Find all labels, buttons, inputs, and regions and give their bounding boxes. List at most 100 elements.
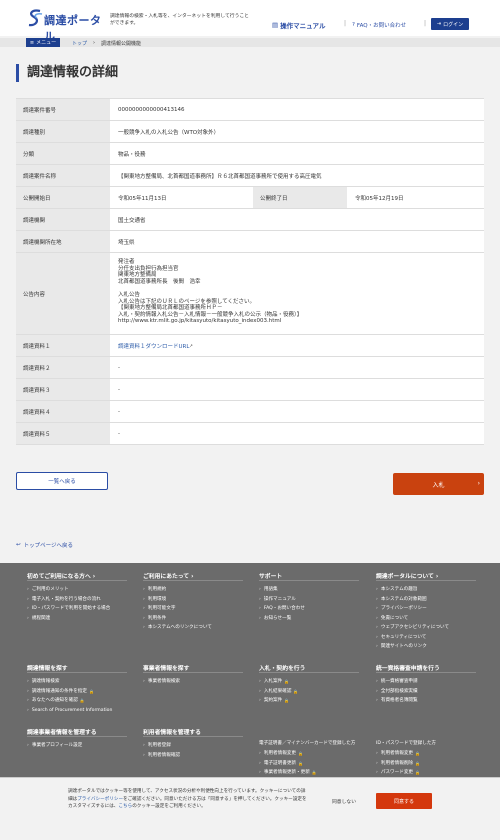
footer-link[interactable]: 事業者情報検索: [143, 677, 243, 687]
cookie-settings-link[interactable]: こちら: [118, 804, 132, 809]
footer-link[interactable]: 利用者情報変更🔒: [376, 749, 476, 759]
footer-link[interactable]: 契約案件🔒: [259, 696, 359, 706]
row-value: -: [110, 401, 484, 422]
header-separator: |: [344, 20, 347, 27]
row-label: 調達資料４: [16, 401, 110, 422]
row-value: -: [110, 379, 484, 400]
cookie-message: 調達ポータルではクッキー等を使用して、アクセス状況の分析や利便性向上を行っていま…: [68, 789, 307, 810]
row-label: 調達機関: [16, 209, 110, 230]
footer-link[interactable]: 規程関連: [27, 614, 127, 624]
footer-link[interactable]: 利用者情報変更🔒: [259, 749, 369, 759]
doc1-download-link[interactable]: 調達資料１ダウンロードURL: [118, 342, 189, 350]
footer-heading: 統一資格審査申請を行う: [376, 663, 476, 673]
privacy-policy-link[interactable]: プライバシーポリシー: [77, 797, 123, 802]
footer-link[interactable]: ウェブアクセシビリティについて: [376, 623, 476, 633]
manual-link[interactable]: ▤ 操作マニュアル: [272, 20, 325, 30]
footer-link[interactable]: 免責について: [376, 614, 476, 624]
footer-link[interactable]: ご利用のメリット: [27, 585, 127, 595]
bid-label: 入札: [432, 481, 445, 489]
footer-link[interactable]: 利用者登録: [143, 741, 243, 751]
footer-link[interactable]: 本システムの趣旨: [376, 585, 476, 595]
footer-col-business-manage: 調達事業者情報を管理する 事業者プロフィール設定: [27, 727, 127, 751]
breadcrumb-bar: ≡ メニュー トップ › 調達情報公開機能: [0, 38, 500, 47]
external-link-icon: ↗: [189, 343, 193, 348]
footer-link[interactable]: 関連サイトへのリンク: [376, 642, 476, 652]
lock-icon: 🔒: [415, 751, 420, 756]
back-to-top-link[interactable]: ↩ トップページへ戻る: [16, 541, 73, 549]
footer-link[interactable]: 調達情報検索: [27, 677, 127, 687]
back-to-list-button[interactable]: 一覧へ戻る: [16, 472, 108, 490]
footer-link[interactable]: FAQ・お問い合わせ: [259, 604, 359, 614]
row-value: -: [110, 357, 484, 378]
footer-link[interactable]: 利用者情報確認: [143, 751, 243, 761]
footer-col-search: 調達情報を探す 調達情報検索 調達情報通知の条件を指定🔒 あなたへの通知を確認🔒…: [27, 663, 127, 715]
footer-link[interactable]: 電子入札・契約を行う場合の流れ: [27, 595, 127, 605]
footer-col-first-time: 初めてご利用になる方へ › ご利用のメリット 電子入札・契約を行う場合の流れ I…: [27, 571, 127, 623]
breadcrumb-top[interactable]: トップ: [72, 40, 87, 47]
login-button[interactable]: ⇥ ログイン: [431, 18, 469, 30]
footer-link[interactable]: セキュリティについて: [376, 633, 476, 643]
cookie-disagree-button[interactable]: 同意しない: [318, 793, 370, 809]
footer-link[interactable]: 入札案件🔒: [259, 677, 359, 687]
footer-link[interactable]: ID・パスワードで利用を開始する場合: [27, 604, 127, 614]
table-row: 調達資料５ -: [16, 423, 484, 445]
footer-heading: 調達事業者情報を管理する: [27, 727, 127, 737]
footer-link[interactable]: 利用規約: [143, 585, 243, 595]
site-logo[interactable]: 調達ポータル: [26, 8, 106, 43]
row-value: 【関東地方整備局、北首都国道事務所】Ｒ６北首都国道事務所で使用する高圧電気: [110, 165, 484, 186]
footer-link[interactable]: お知らせ一覧: [259, 614, 359, 624]
footer-heading: サポート: [259, 571, 359, 581]
footer-col-qualification: 統一資格審査申請を行う 統一資格審査申請 全付部指検索実績 有資格者名簿閲覧: [376, 663, 476, 706]
footer-col-user-manage: 利用者情報を管理する 利用者登録 利用者情報確認: [143, 727, 243, 760]
footer-link[interactable]: 電子証明書更新🔒: [259, 759, 369, 769]
footer-link[interactable]: 全付部指検索実績: [376, 687, 476, 697]
question-icon: ?: [352, 22, 355, 28]
footer-link[interactable]: 本システムの対象範囲: [376, 595, 476, 605]
table-row: 調達資料２ -: [16, 357, 484, 379]
footer-link[interactable]: 利用者情報削除🔒: [376, 759, 476, 769]
row-value: 埼玉県: [110, 231, 484, 252]
menu-button[interactable]: ≡ メニュー: [26, 38, 60, 47]
bid-button[interactable]: 入札 ›: [393, 473, 484, 495]
footer-heading: ご利用にあたって ›: [143, 571, 243, 581]
footer-link[interactable]: 入札結果確認🔒: [259, 687, 359, 697]
row-label: 分類: [16, 143, 110, 164]
footer-link[interactable]: 用語集: [259, 585, 359, 595]
lock-icon: 🔒: [415, 760, 420, 766]
row-value: 調達資料１ダウンロードURL ↗: [110, 335, 484, 356]
table-row: 調達案件番号 0000000000000413146: [16, 99, 484, 121]
footer-link[interactable]: あなたへの通知を確認🔒: [27, 696, 127, 706]
row-label: 調達機関所在地: [16, 231, 110, 252]
footer-heading: 調達情報を探す: [27, 663, 127, 673]
row-value: 物品・役務: [110, 143, 484, 164]
cookie-agree-button[interactable]: 同意する: [376, 793, 432, 809]
table-row: 調達機関 国土交通省: [16, 209, 484, 231]
table-row: 調達資料３ -: [16, 379, 484, 401]
footer-link[interactable]: 利用条件: [143, 614, 243, 624]
row-label: 公開終了日: [253, 187, 347, 208]
footer-subheading: 電子証明書／マイナンバーカードで登録した方: [259, 741, 356, 746]
breadcrumb-current: 調達情報公開機能: [101, 40, 142, 47]
footer-link[interactable]: Search of Procurement Information: [27, 706, 127, 716]
lock-icon: 🔒: [298, 751, 303, 756]
footer-link[interactable]: 本システムへのリンクについて: [143, 623, 243, 633]
footer-col-business: 事業者情報を探す 事業者情報検索: [143, 663, 243, 687]
page-title-block: 調達情報の詳細: [16, 64, 118, 82]
footer-link[interactable]: 統一資格審査申請: [376, 677, 476, 687]
footer-link[interactable]: 調達情報通知の条件を指定🔒: [27, 687, 127, 697]
faq-link[interactable]: ? FAQ・お問い合わせ: [352, 21, 406, 29]
footer-link[interactable]: 利用可能文字: [143, 604, 243, 614]
return-icon: ↩: [16, 542, 21, 548]
row-value: -: [110, 423, 484, 444]
table-row: 調達案件名称 【関東地方整備局、北首都国道事務所】Ｒ６北首都国道事務所で使用する…: [16, 165, 484, 187]
footer-link[interactable]: 操作マニュアル: [259, 595, 359, 605]
footer-heading: 入札・契約を行う: [259, 663, 359, 673]
footer-link[interactable]: 有資格者名簿閲覧: [376, 696, 476, 706]
logo-mark-icon: [28, 9, 43, 27]
footer-link[interactable]: 事業者プロフィール設定: [27, 741, 127, 751]
footer-link[interactable]: 利用環境: [143, 595, 243, 605]
row-label: 公開開始日: [16, 187, 110, 208]
footer-link[interactable]: プライバシーポリシー: [376, 604, 476, 614]
lock-icon: 🔒: [284, 698, 290, 703]
row-label: 調達資料２: [16, 357, 110, 378]
